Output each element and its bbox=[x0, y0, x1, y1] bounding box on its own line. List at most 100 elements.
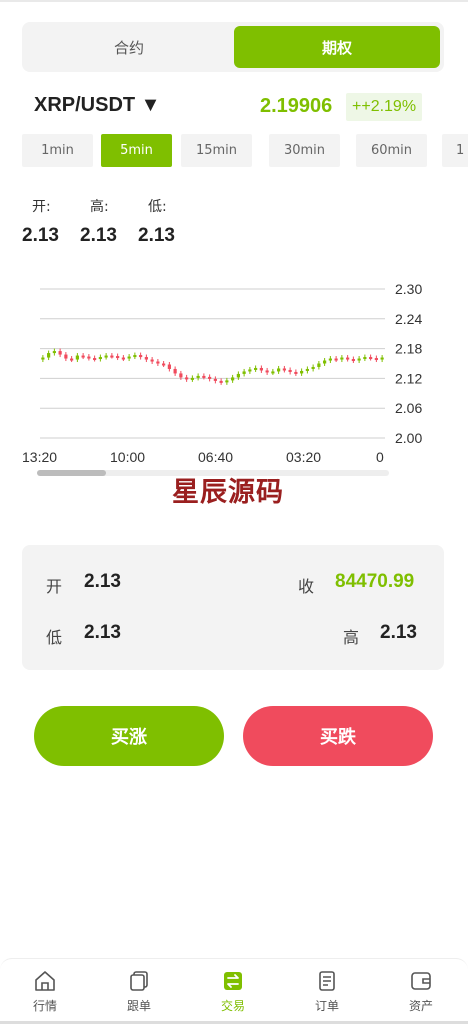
interval-30min[interactable]: 30min bbox=[269, 134, 340, 167]
candle-body bbox=[311, 366, 315, 369]
candle-body bbox=[317, 363, 321, 367]
candle-body bbox=[104, 355, 108, 358]
change-badge: ++2.19% bbox=[346, 93, 423, 121]
candle-body bbox=[156, 361, 160, 364]
candle-body bbox=[363, 357, 367, 360]
candle-body bbox=[52, 351, 56, 354]
buy-up-button[interactable]: 买涨 bbox=[34, 706, 224, 766]
panel-high-label: 高 bbox=[343, 628, 360, 647]
tab-trade-label: 交易 bbox=[220, 999, 245, 1013]
x-tick-label: 10:00 bbox=[110, 449, 145, 465]
candle-body bbox=[236, 373, 240, 378]
y-tick-label: 2.18 bbox=[395, 341, 422, 357]
candle-body bbox=[98, 357, 102, 360]
y-tick-label: 2.12 bbox=[395, 370, 422, 386]
candle-body bbox=[374, 358, 378, 361]
kline-svg: 2.30 2.24 2.18 2.12 2.06 2.00 13:20 10:00 06:40 0… bbox=[22, 281, 422, 476]
candle-body bbox=[144, 357, 148, 360]
exchange-icon bbox=[224, 972, 242, 990]
y-tick-label: 2.24 bbox=[395, 311, 422, 327]
candle-body bbox=[282, 368, 286, 371]
chart-scrollbar-thumb[interactable] bbox=[37, 470, 106, 476]
candle-body bbox=[162, 363, 166, 366]
tab-option[interactable]: 期权 bbox=[234, 26, 440, 68]
candle-body bbox=[202, 375, 206, 378]
candle-body bbox=[173, 368, 177, 374]
candle-body bbox=[87, 356, 91, 359]
y-tick-label: 2.30 bbox=[395, 281, 422, 297]
candle-body bbox=[334, 358, 338, 361]
interval-5min[interactable]: 5min bbox=[101, 134, 172, 167]
interval-more[interactable]: 1 bbox=[442, 134, 468, 167]
candle-body bbox=[41, 357, 45, 360]
panel-low-label: 低 bbox=[46, 628, 63, 647]
x-tick-label: 13:20 bbox=[22, 449, 57, 465]
candle-body bbox=[288, 369, 292, 372]
candle-body bbox=[259, 367, 263, 371]
candle-body bbox=[369, 357, 373, 360]
pair-selector[interactable]: XRP/USDT ▼ bbox=[34, 94, 160, 117]
bottom-tabbar: 行情 跟单 交易 订单 资产 bbox=[0, 958, 468, 1024]
wallet-icon bbox=[411, 972, 431, 990]
candle-body bbox=[323, 360, 327, 364]
interval-15min[interactable]: 15min bbox=[181, 134, 252, 167]
candle-body bbox=[380, 357, 384, 360]
interval-1min[interactable]: 1min bbox=[22, 134, 93, 167]
stats-panel: 开 2.13 收 84470.99 低 2.13 高 2.13 bbox=[22, 545, 444, 670]
high-label: 高: bbox=[90, 199, 109, 215]
tab-orders[interactable]: 订单 bbox=[297, 969, 357, 1019]
candle-body bbox=[340, 357, 344, 360]
interval-bar: 1min 5min 15min 30min 60min 1 bbox=[22, 134, 468, 168]
low-value: 2.13 bbox=[138, 225, 175, 246]
candle-body bbox=[121, 357, 125, 360]
panel-close-label: 收 bbox=[298, 577, 315, 596]
trade-type-segment: 合约 期权 bbox=[22, 22, 444, 72]
candle-body bbox=[110, 355, 114, 358]
candle-body bbox=[116, 356, 120, 359]
open-value: 2.13 bbox=[22, 225, 59, 246]
candle-body bbox=[300, 370, 304, 374]
candle-body bbox=[271, 371, 275, 374]
candle-body bbox=[305, 368, 309, 371]
interval-60min[interactable]: 60min bbox=[356, 134, 427, 167]
candle-body bbox=[328, 358, 332, 361]
candle-body bbox=[231, 377, 235, 381]
high-value: 2.13 bbox=[80, 225, 117, 246]
panel-low-value: 2.13 bbox=[84, 622, 121, 643]
candle-body bbox=[127, 356, 131, 359]
candle-body bbox=[64, 354, 68, 359]
y-tick-label: 2.00 bbox=[395, 430, 422, 446]
tab-market[interactable]: 行情 bbox=[15, 969, 75, 1019]
candle-body bbox=[185, 377, 189, 380]
panel-close-value: 84470.99 bbox=[335, 571, 415, 592]
candle-body bbox=[351, 359, 355, 362]
candle-body bbox=[93, 358, 97, 361]
kline-chart[interactable]: 2.30 2.24 2.18 2.12 2.06 2.00 13:20 10:00 06:40 0… bbox=[0, 270, 468, 485]
candle-body bbox=[248, 369, 252, 372]
tab-trade[interactable]: 交易 bbox=[203, 969, 263, 1019]
tab-orders-label: 订单 bbox=[314, 999, 339, 1013]
top-divider bbox=[0, 0, 468, 2]
candle-body bbox=[219, 380, 223, 383]
buy-down-button[interactable]: 买跌 bbox=[243, 706, 433, 766]
panel-open-value: 2.13 bbox=[84, 571, 121, 592]
candle-body bbox=[254, 367, 258, 370]
candle-body bbox=[265, 370, 269, 373]
candle-body bbox=[208, 376, 212, 379]
tab-contract[interactable]: 合约 bbox=[26, 26, 232, 68]
tab-market-label: 行情 bbox=[32, 999, 57, 1013]
candle-body bbox=[81, 355, 85, 358]
copy-icon bbox=[130, 971, 148, 991]
y-tick-label: 2.06 bbox=[395, 400, 422, 416]
candle-body bbox=[47, 353, 51, 358]
tab-assets[interactable]: 资产 bbox=[391, 969, 451, 1019]
candle-body bbox=[58, 351, 62, 355]
tab-copy[interactable]: 跟单 bbox=[109, 969, 169, 1019]
last-price: 2.19906 bbox=[260, 95, 333, 117]
candle-body bbox=[294, 371, 298, 374]
candle-body bbox=[139, 355, 143, 358]
tab-copy-label: 跟单 bbox=[126, 999, 151, 1013]
home-icon bbox=[35, 971, 55, 991]
order-icon bbox=[319, 971, 335, 991]
candle-body bbox=[225, 380, 229, 383]
